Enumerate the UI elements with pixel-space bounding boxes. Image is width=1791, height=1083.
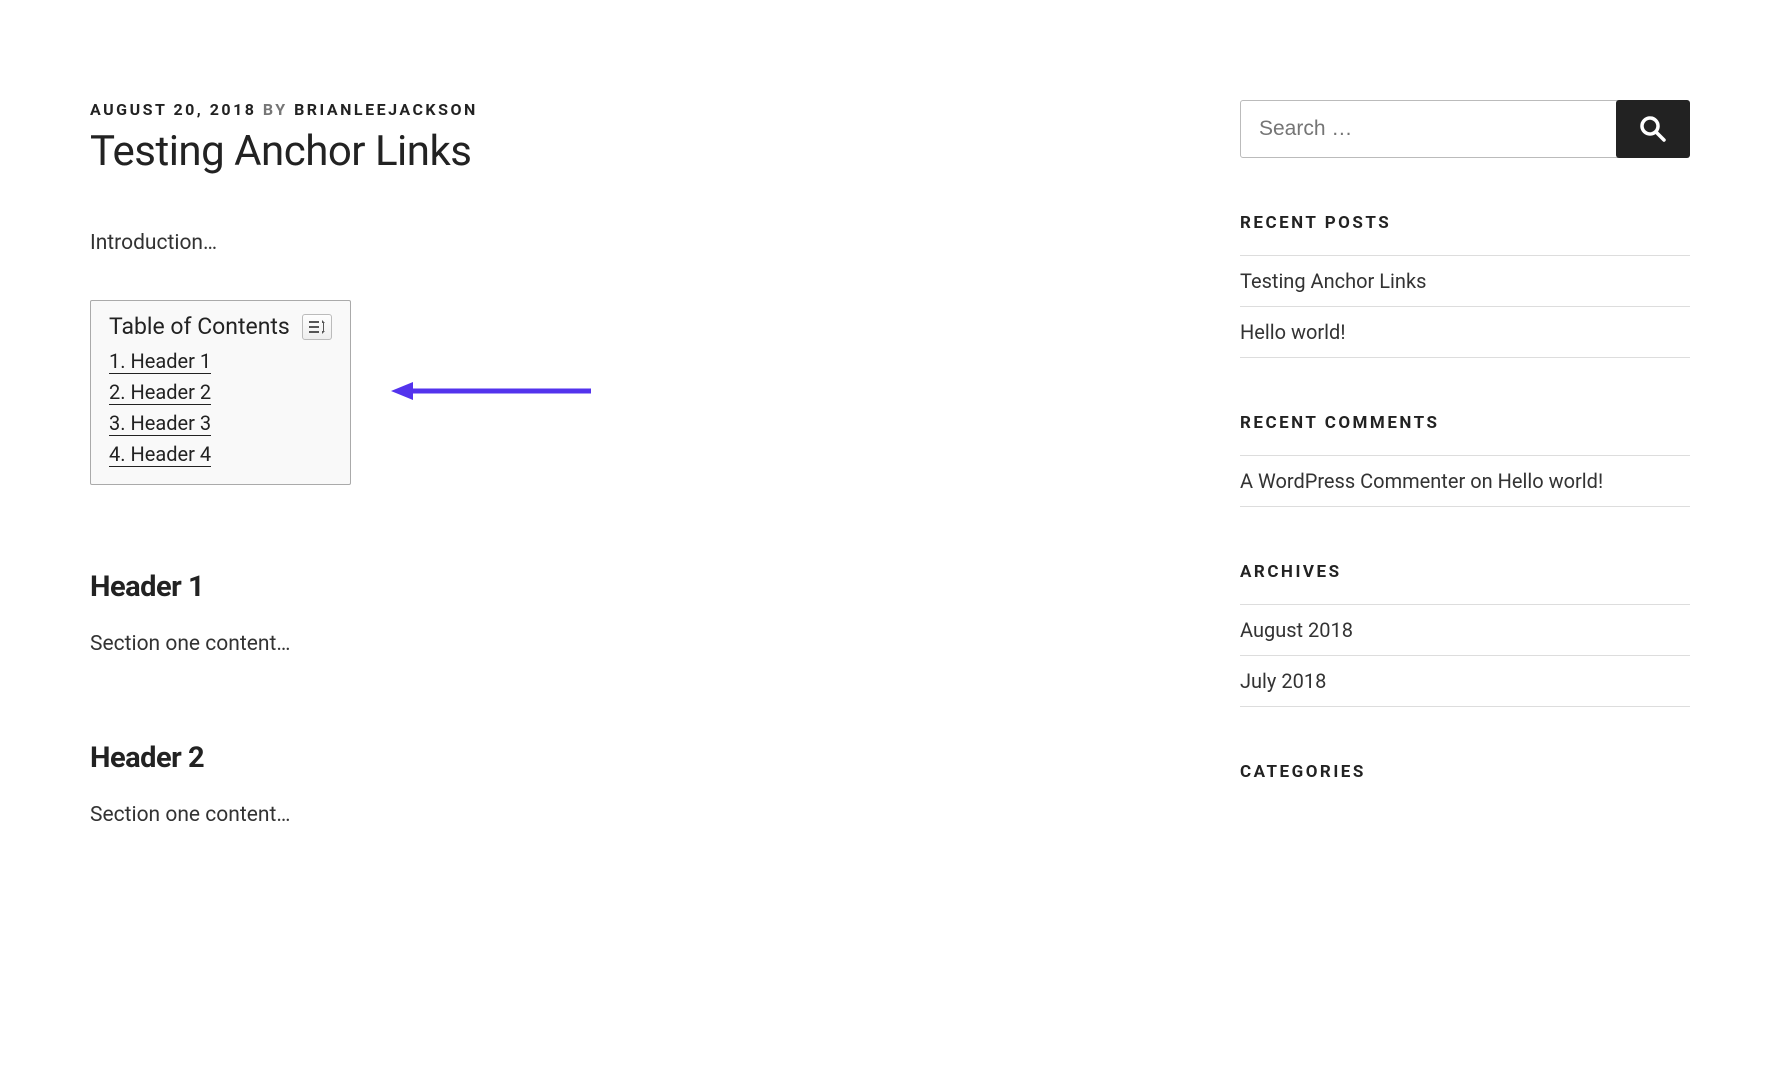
sidebar: RECENT POSTS Testing Anchor Links Hello … [1240, 100, 1690, 837]
search-form [1240, 100, 1690, 158]
list-item: A WordPress Commenter on Hello world! [1240, 456, 1690, 507]
recent-post-link[interactable]: Testing Anchor Links [1240, 269, 1426, 293]
list-item: August 2018 [1240, 605, 1690, 656]
recent-post-link[interactable]: Hello world! [1240, 320, 1345, 344]
toc-link[interactable]: 3. Header 3 [109, 411, 211, 436]
toc-link[interactable]: 2. Header 2 [109, 380, 211, 405]
widget-title: RECENT POSTS [1240, 213, 1690, 233]
post-date: AUGUST 20, 2018 [90, 100, 256, 119]
list-item: July 2018 [1240, 656, 1690, 707]
annotation-arrow [391, 376, 591, 410]
toc-item: 1. Header 1 [109, 346, 332, 377]
search-input[interactable] [1240, 100, 1620, 158]
list-item: Testing Anchor Links [1240, 256, 1690, 307]
widget-recent-posts: RECENT POSTS Testing Anchor Links Hello … [1240, 213, 1690, 358]
post-by-label: BY [263, 100, 288, 119]
post-intro: Introduction… [90, 231, 810, 255]
post-author-link[interactable]: BRIANLEEJACKSON [294, 100, 478, 119]
comment-post-link[interactable]: Hello world! [1498, 469, 1603, 493]
toc-title: Table of Contents [109, 313, 290, 340]
search-button[interactable] [1616, 100, 1690, 158]
list-toggle-icon [309, 320, 325, 334]
widget-title: ARCHIVES [1240, 562, 1690, 582]
toc-item: 2. Header 2 [109, 377, 332, 408]
comment-on-label: on [1470, 469, 1492, 493]
widget-archives: ARCHIVES August 2018 July 2018 [1240, 562, 1690, 707]
toc-link[interactable]: 4. Header 4 [109, 442, 211, 467]
search-icon [1638, 114, 1668, 144]
toc-item: 4. Header 4 [109, 439, 332, 470]
post-title: Testing Anchor Links [90, 127, 810, 176]
toc-toggle-button[interactable] [302, 314, 332, 340]
toc-item: 3. Header 3 [109, 408, 332, 439]
toc-box: Table of Contents 1. Header 1 [90, 300, 351, 485]
list-item: Hello world! [1240, 307, 1690, 358]
section-body: Section one content… [90, 632, 810, 656]
archive-link[interactable]: August 2018 [1240, 618, 1353, 642]
section-body: Section one content… [90, 803, 810, 827]
widget-categories: CATEGORIES [1240, 762, 1690, 782]
section-heading: Header 1 [90, 570, 810, 604]
comment-author-link[interactable]: A WordPress Commenter [1240, 469, 1465, 493]
section-heading: Header 2 [90, 741, 810, 775]
toc-list: 1. Header 1 2. Header 2 3. Header 3 4. H… [109, 346, 332, 470]
post-meta: AUGUST 20, 2018 BY BRIANLEEJACKSON [90, 100, 810, 119]
widget-recent-comments: RECENT COMMENTS A WordPress Commenter on… [1240, 413, 1690, 507]
post-main: AUGUST 20, 2018 BY BRIANLEEJACKSON Testi… [90, 100, 810, 837]
widget-title: CATEGORIES [1240, 762, 1690, 782]
widget-title: RECENT COMMENTS [1240, 413, 1690, 433]
toc-link[interactable]: 1. Header 1 [109, 349, 211, 374]
archive-link[interactable]: July 2018 [1240, 669, 1326, 693]
